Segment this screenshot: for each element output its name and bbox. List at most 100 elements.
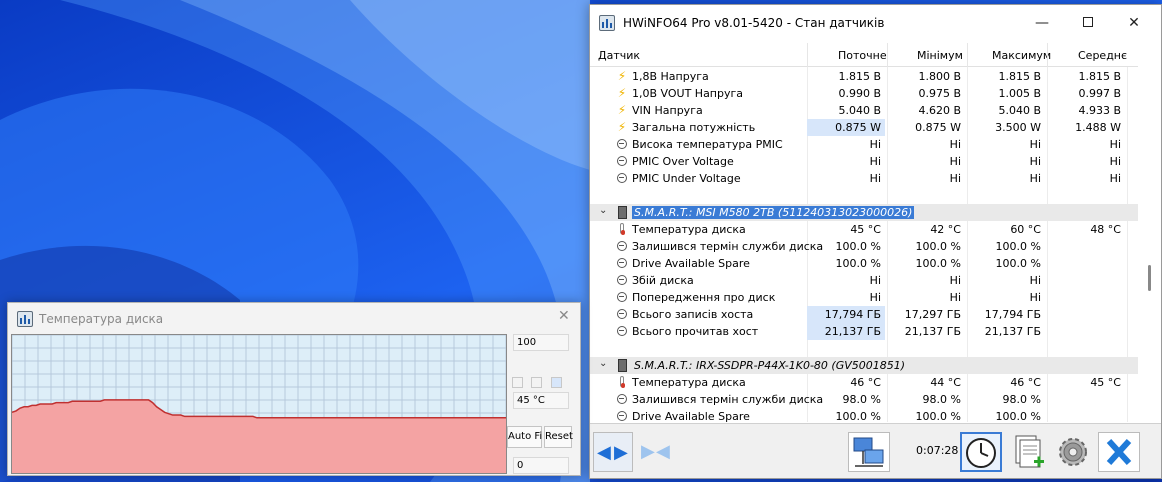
sensor-label: Drive Available Spare: [632, 257, 750, 270]
column-min[interactable]: Мінімум: [917, 49, 963, 62]
table-row[interactable]: PMIC Under Voltage Ні Ні Ні Ні: [590, 170, 1138, 187]
current-value-field: 45 °C: [513, 392, 569, 409]
min-value: 0.875 W: [915, 121, 961, 134]
reset-button[interactable]: Reset: [544, 426, 573, 448]
average-value: 1.488 W: [1075, 121, 1121, 134]
vertical-scrollbar[interactable]: [1138, 43, 1161, 423]
drive-icon: [618, 206, 627, 219]
add-report-button[interactable]: [1008, 432, 1048, 472]
sensor-table: ⚡ 1,8В Напруга 1.815 В 1.800 В 1.815 В 1.815 …: [590, 67, 1138, 422]
table-row[interactable]: Залишився термін служби диска 100.0 % 100.…: [590, 238, 1138, 255]
current-value: 0.990 В: [838, 87, 881, 100]
sensor-label: PMIC Under Voltage: [632, 172, 741, 185]
current-value: Ні: [869, 172, 881, 185]
max-value: Ні: [1029, 138, 1041, 151]
sensor-label: Залишився термін служби диска: [632, 393, 824, 406]
table-row[interactable]: ⚡ 1,8В Напруга 1.815 В 1.800 В 1.815 В 1.815 …: [590, 68, 1138, 85]
table-row[interactable]: Збій диска Ні Ні Ні: [590, 272, 1138, 289]
max-value: Ні: [1029, 172, 1041, 185]
table-row[interactable]: ⚡ 1,0В VOUT Напруга 0.990 В 0.975 В 1.005 В 0…: [590, 85, 1138, 102]
average-value: Ні: [1109, 138, 1121, 151]
minimize-button[interactable]: —: [1019, 5, 1065, 41]
status-icon: [616, 274, 628, 287]
auto-fit-button[interactable]: Auto Fi: [507, 426, 542, 448]
thermometer-icon: [616, 223, 628, 236]
table-row[interactable]: Drive Available Spare 100.0 % 100.0 % 100.0…: [590, 255, 1138, 272]
sensor-group-header[interactable]: ⌄ S.M.A.R.T.: MSI M580 2TB (5112403130230…: [590, 204, 1138, 221]
max-value: 1.815 В: [998, 70, 1041, 83]
average-value: [1047, 306, 1125, 323]
table-row[interactable]: Drive Available Spare 100.0 % 100.0 % 100.0…: [590, 408, 1138, 422]
hwinfo-app-icon: [599, 15, 615, 31]
navigate-secondary-button[interactable]: ▶ ◀: [637, 432, 675, 472]
sensor-label: Висока температура PMIC: [632, 138, 783, 151]
current-value: 17,794 ГБ: [807, 306, 885, 323]
sensor-group-name: S.M.A.R.T.: IRX-SSDPR-P44X-1K0-80 (GV500…: [634, 359, 906, 372]
bolt-icon: ⚡: [617, 86, 627, 100]
bottom-toolbar: ◀ ▶ ▶ ◀ 0:07:28: [590, 423, 1161, 478]
average-value: [1047, 323, 1125, 340]
sensor-label: Збій диска: [632, 274, 694, 287]
chevron-down-icon[interactable]: ⌄: [599, 358, 607, 369]
sensor-label: 1,0В VOUT Напруга: [632, 87, 744, 100]
min-value: 100.0 %: [915, 410, 961, 422]
table-row[interactable]: Температура диска 45 °C 42 °C 60 °C 48 °C: [590, 221, 1138, 238]
min-value: Ні: [949, 291, 961, 304]
average-value: 0.997 В: [1078, 87, 1121, 100]
chevron-down-icon[interactable]: ⌄: [599, 205, 607, 216]
sensor-label: Drive Available Spare: [632, 410, 750, 422]
network-button[interactable]: [848, 432, 890, 472]
status-icon: [616, 393, 628, 406]
average-value: [1047, 272, 1125, 289]
average-value: Ні: [1109, 155, 1121, 168]
table-row[interactable]: Всього прочитав хост 21,137 ГБ 21,137 ГБ 21…: [590, 323, 1138, 340]
average-value: [1047, 391, 1125, 408]
graph-close-button[interactable]: ✕: [558, 308, 570, 324]
min-value: 4.620 В: [918, 104, 961, 117]
min-value: 42 °C: [930, 223, 961, 236]
table-row[interactable]: ⚡ VIN Напруга 5.040 В 4.620 В 5.040 В 4.933 В: [590, 102, 1138, 119]
max-value: Ні: [1029, 155, 1041, 168]
option-checkbox-2[interactable]: [531, 377, 542, 388]
settings-button[interactable]: [1053, 432, 1093, 472]
sensor-group-name: S.M.A.R.T.: MSI M580 2TB (51124031302300…: [632, 206, 915, 219]
clock-button[interactable]: [960, 432, 1002, 472]
close-x-icon: [1106, 438, 1132, 466]
max-value-field[interactable]: 100: [513, 334, 569, 351]
current-value: 98.0 %: [842, 393, 881, 406]
min-value: 100.0 %: [915, 257, 961, 270]
table-row[interactable]: Попередження про диск Ні Ні Ні: [590, 289, 1138, 306]
status-icon: [616, 291, 628, 304]
sensor-label: PMIC Over Voltage: [632, 155, 734, 168]
max-value: 46 °C: [1010, 376, 1041, 389]
arrow-left-faded-icon: ◀: [656, 441, 670, 462]
sensor-label: 1,8В Напруга: [632, 70, 709, 83]
navigate-button[interactable]: ◀ ▶: [593, 432, 633, 472]
column-current[interactable]: Поточне: [838, 49, 887, 62]
min-value: 100.0 %: [915, 240, 961, 253]
table-row[interactable]: Всього записів хоста 17,794 ГБ 17,297 ГБ 17…: [590, 306, 1138, 323]
table-row[interactable]: Залишився термін служби диска 98.0 % 98.0 …: [590, 391, 1138, 408]
current-value: 45 °C: [850, 223, 881, 236]
close-button[interactable]: ✕: [1111, 5, 1157, 41]
min-value: Ні: [949, 172, 961, 185]
table-row[interactable]: Висока температура PMIC Ні Ні Ні Ні: [590, 136, 1138, 153]
column-average[interactable]: Середнє: [1078, 49, 1127, 62]
arrow-right-faded-icon: ▶: [641, 441, 655, 462]
option-checkbox-3[interactable]: [551, 377, 562, 388]
table-row[interactable]: PMIC Over Voltage Ні Ні Ні Ні: [590, 153, 1138, 170]
sensor-group-header[interactable]: ⌄ S.M.A.R.T.: IRX-SSDPR-P44X-1K0-80 (GV50…: [590, 357, 1138, 374]
max-value: 5.040 В: [998, 104, 1041, 117]
table-row[interactable]: Температура диска 46 °C 44 °C 46 °C 45 °C: [590, 374, 1138, 391]
column-header: Датчик Поточне Мінімум Максимум Середнє: [590, 43, 1138, 67]
scrollbar-thumb[interactable]: [1148, 265, 1151, 291]
maximize-button[interactable]: [1065, 5, 1111, 41]
average-value: [1047, 238, 1125, 255]
exit-button[interactable]: [1098, 432, 1140, 472]
option-checkbox-1[interactable]: [512, 377, 523, 388]
status-icon: [616, 308, 628, 321]
table-row[interactable]: ⚡ Загальна потужність 0.875 W 0.875 W 3.500 …: [590, 119, 1138, 136]
column-sensor[interactable]: Датчик: [598, 49, 640, 62]
column-max[interactable]: Максимум: [992, 49, 1051, 62]
sensor-label: Всього прочитав хост: [632, 325, 759, 338]
